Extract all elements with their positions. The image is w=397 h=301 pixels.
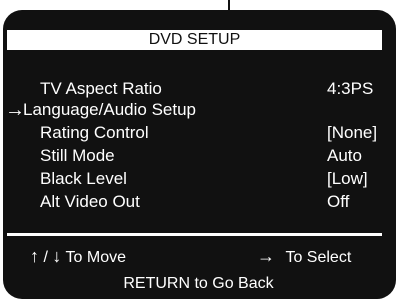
menu-item-language-audio-setup[interactable]: → Language/Audio Setup [0, 99, 397, 121]
menu-item-label: Language/Audio Setup [23, 100, 196, 119]
return-hint-label: RETURN to Go Back [123, 275, 274, 292]
menu-item-value: Auto [327, 146, 362, 165]
menu-item-alt-video-out[interactable]: Alt Video Out Off [0, 191, 397, 213]
move-hint-label: To Move [65, 249, 126, 266]
menu-item-label: Black Level [40, 169, 127, 188]
selection-arrow-icon: → [5, 99, 25, 121]
menu-item-label: Alt Video Out [40, 192, 140, 211]
menu-title: DVD SETUP [148, 31, 241, 48]
menu-item-value: [None] [327, 123, 378, 142]
top-connector-line [228, 0, 230, 10]
menu-item-label: Rating Control [40, 123, 149, 142]
move-hint: ↑ / ↓ To Move [30, 246, 126, 268]
return-hint: RETURN to Go Back [0, 274, 397, 294]
menu-item-value: [Low] [327, 169, 368, 188]
select-hint: → To Select [257, 246, 351, 268]
down-arrow-icon: ↓ [52, 246, 62, 266]
menu-item-rating-control[interactable]: Rating Control [None] [0, 122, 397, 144]
select-hint-label: To Select [285, 249, 352, 266]
menu-item-label: TV Aspect Ratio [40, 79, 162, 98]
menu-title-bar: DVD SETUP [7, 30, 382, 50]
menu-item-still-mode[interactable]: Still Mode Auto [0, 145, 397, 167]
menu-item-value: 4:3PS [327, 79, 374, 98]
up-arrow-icon: ↑ [30, 246, 39, 266]
help-divider [7, 233, 382, 236]
move-hint-separator: / [43, 249, 48, 266]
menu-item-label: Still Mode [40, 146, 115, 165]
menu-item-value: Off [327, 192, 350, 211]
menu-item-black-level[interactable]: Black Level [Low] [0, 168, 397, 190]
right-arrow-icon: → [257, 246, 275, 266]
menu-item-tv-aspect-ratio[interactable]: TV Aspect Ratio 4:3PS [0, 78, 397, 100]
